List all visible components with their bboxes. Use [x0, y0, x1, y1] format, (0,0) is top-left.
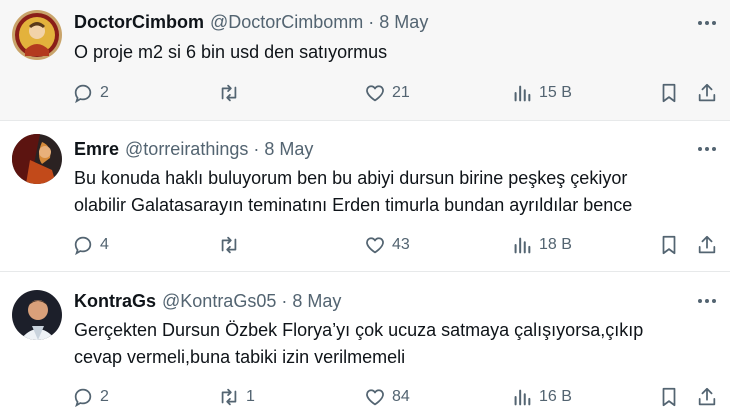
reply-count: 4	[100, 236, 109, 253]
user-handle[interactable]: @DoctorCimbomm	[210, 12, 363, 33]
user-handle[interactable]: @KontraGs05	[162, 291, 276, 312]
views-count: 16 B	[539, 388, 572, 405]
user-handle[interactable]: @torreirathings	[125, 139, 248, 160]
display-name[interactable]: KontraGs	[74, 291, 156, 312]
views-count: 18 B	[539, 236, 572, 253]
views-icon	[514, 237, 531, 254]
tweet-text: Bu konuda haklı buluyorum ben bu abiyi d…	[74, 165, 704, 219]
separator: ·	[281, 290, 288, 311]
views-button[interactable]: 16 B	[511, 384, 572, 410]
bookmark-icon	[662, 235, 676, 255]
share-icon	[698, 387, 716, 406]
retweet-count: 1	[246, 388, 255, 405]
like-icon	[366, 85, 384, 102]
reply-count: 2	[100, 388, 109, 405]
bookmark-icon	[662, 387, 676, 407]
tweet-text-line: cevap vermeli,buna tabiki izin verilmeme…	[74, 347, 406, 367]
retweet-button[interactable]	[218, 80, 246, 106]
display-name[interactable]: DoctorCimbom	[74, 12, 204, 33]
reply-button[interactable]: 2	[72, 80, 109, 106]
share-icon	[698, 235, 716, 254]
more-icon[interactable]	[696, 290, 718, 312]
reply-count: 2	[100, 84, 109, 101]
share-button[interactable]	[696, 232, 718, 258]
reply-icon	[74, 236, 92, 256]
avatar[interactable]	[12, 290, 62, 340]
tweet-text: O proje m2 si 6 bin usd den satıyormus	[74, 39, 704, 66]
tweet-actions: 2 1 84 16 B	[70, 384, 720, 410]
tweet-actions: 4 43 18 B	[70, 232, 720, 258]
tweet-text-line: Bu konuda haklı buluyorum ben bu abiyi d…	[74, 168, 628, 188]
reply-icon	[74, 84, 92, 104]
tweet-header: KontraGs @KontraGs05 · 8 May	[74, 290, 341, 312]
retweet-button[interactable]: 1	[218, 384, 255, 410]
like-count: 84	[392, 388, 410, 405]
tweet[interactable]: KontraGs @KontraGs05 · 8 May Gerçekten D…	[0, 272, 730, 420]
like-button[interactable]: 84	[364, 384, 410, 410]
tweet-text-line: Gerçekten Dursun Özbek Florya’yı çok ucu…	[74, 320, 644, 340]
bookmark-button[interactable]	[658, 80, 680, 106]
views-button[interactable]: 15 B	[511, 80, 572, 106]
like-button[interactable]: 21	[364, 80, 410, 106]
share-button[interactable]	[696, 384, 718, 410]
like-icon	[366, 389, 384, 406]
views-icon	[514, 85, 531, 102]
tweet-date[interactable]: 8 May	[264, 139, 313, 160]
more-icon[interactable]	[696, 12, 718, 34]
avatar[interactable]	[12, 10, 62, 60]
tweet-header: Emre @torreirathings · 8 May	[74, 138, 313, 160]
bookmark-button[interactable]	[658, 232, 680, 258]
like-count: 21	[392, 84, 410, 101]
bookmark-button[interactable]	[658, 384, 680, 410]
retweet-icon	[221, 84, 237, 102]
tweet-date[interactable]: 8 May	[379, 12, 428, 33]
like-count: 43	[392, 236, 410, 253]
views-icon	[514, 389, 531, 406]
like-icon	[366, 237, 384, 254]
more-icon[interactable]	[696, 138, 718, 160]
like-button[interactable]: 43	[364, 232, 410, 258]
timeline: DoctorCimbom @DoctorCimbomm · 8 May O pr…	[0, 0, 730, 420]
retweet-icon	[221, 236, 237, 254]
tweet-actions: 2 21 15 B	[70, 80, 720, 106]
tweet-text: Gerçekten Dursun Özbek Florya’yı çok ucu…	[74, 317, 704, 371]
avatar[interactable]	[12, 134, 62, 184]
tweet-text-line: olabilir Galatasarayın teminatını Erden …	[74, 195, 633, 215]
retweet-icon	[221, 388, 237, 406]
views-count: 15 B	[539, 84, 572, 101]
tweet-text-line: O proje m2 si 6 bin usd den satıyormus	[74, 42, 388, 62]
reply-button[interactable]: 2	[72, 384, 109, 410]
retweet-button[interactable]	[218, 232, 246, 258]
share-button[interactable]	[696, 80, 718, 106]
tweet-date[interactable]: 8 May	[292, 291, 341, 312]
display-name[interactable]: Emre	[74, 139, 119, 160]
tweet-header: DoctorCimbom @DoctorCimbomm · 8 May	[74, 11, 428, 33]
separator: ·	[253, 138, 260, 159]
reply-button[interactable]: 4	[72, 232, 109, 258]
tweet[interactable]: Emre @torreirathings · 8 May Bu konuda h…	[0, 121, 730, 272]
bookmark-icon	[662, 83, 676, 103]
separator: ·	[368, 11, 375, 32]
views-button[interactable]: 18 B	[511, 232, 572, 258]
tweet[interactable]: DoctorCimbom @DoctorCimbomm · 8 May O pr…	[0, 0, 730, 121]
share-icon	[698, 83, 716, 102]
reply-icon	[74, 388, 92, 408]
